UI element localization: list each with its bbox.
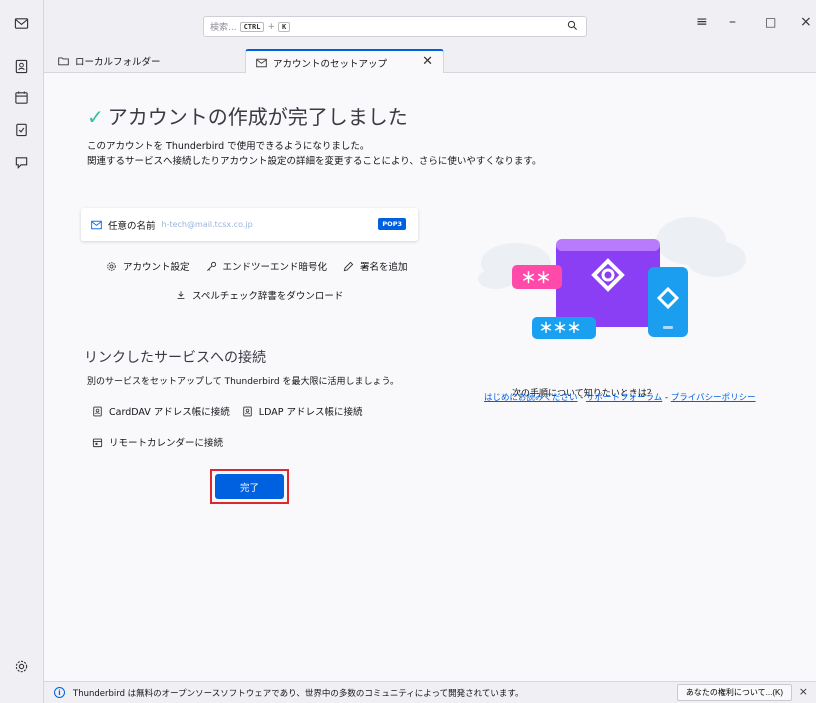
close-notification-button[interactable]: × <box>799 685 808 698</box>
account-illustration: ＊＊ ＊＊＊ <box>478 217 746 339</box>
cloud-shape <box>478 269 514 289</box>
success-description: このアカウントを Thunderbird で使用できるようになりました。 <box>87 141 370 152</box>
check-icon: ✓ <box>87 105 104 129</box>
page-title-text: アカウントの作成が完了しました <box>107 105 408 129</box>
support-forum-link[interactable]: サポートフォーラム <box>586 393 662 403</box>
mail-icon <box>14 17 28 29</box>
address-book-icon <box>93 406 102 416</box>
link-separator: - <box>577 393 586 403</box>
search-placeholder: 検索... <box>210 23 237 33</box>
password-chip-dots: ＊＊ <box>521 269 551 287</box>
tab-local-folders[interactable]: ローカルフォルダー <box>48 49 228 73</box>
tasks-icon <box>15 123 27 136</box>
gear-icon <box>15 660 27 672</box>
download-spellcheck-button[interactable]: スペルチェック辞書をダウンロード <box>176 288 343 302</box>
status-message: Thunderbird は無料のオープンソースソフトウェアであり、世界中の多数の… <box>73 688 524 699</box>
service-label: LDAP アドレス帳に接続 <box>258 407 363 418</box>
connect-carddav-button[interactable]: CardDAV アドレス帳に接続 <box>92 404 230 418</box>
shortcut-ctrl: CTRL <box>239 21 265 32</box>
app-menu-button[interactable]: ≡ <box>696 14 708 30</box>
tab-label: ローカルフォルダー <box>75 57 161 68</box>
info-icon: i <box>54 687 65 698</box>
calendar-icon <box>92 438 103 447</box>
cloud-shape <box>686 241 746 277</box>
tab-bar: ローカルフォルダー アカウントのセットアップ ✕ <box>44 44 816 74</box>
account-email: h-tech@mail.tcsx.co.jp <box>161 220 253 229</box>
gear-icon <box>107 261 116 271</box>
tab-label: アカウントのセットアップ <box>273 58 388 70</box>
success-hint: 関連するサービスへ接続したりアカウント設定の詳細を変更することにより、さらに使い… <box>87 156 542 167</box>
calendar-space-button[interactable] <box>10 86 32 108</box>
connect-ldap-button[interactable]: LDAP アドレス帳に接続 <box>242 404 363 418</box>
search-icon <box>567 20 578 34</box>
linked-services-description: 別のサービスをセットアップして Thunderbird を最大限に活用しましょう… <box>87 377 399 387</box>
account-actions: アカウント設定 エンドツーエンド暗号化 署名を追加 <box>106 259 408 273</box>
shortcut-key: K <box>278 21 291 32</box>
tablet-shape <box>556 239 660 327</box>
tab-account-setup[interactable]: アカウントのセットアップ ✕ <box>245 49 444 74</box>
calendar-label: リモートカレンダーに接続 <box>109 438 224 449</box>
account-card[interactable]: 任意の名前 h-tech@mail.tcsx.co.jp POP3 <box>81 208 418 241</box>
done-button-highlight: 完了 <box>210 469 289 504</box>
folder-icon <box>58 56 69 66</box>
link-separator: - <box>662 393 671 403</box>
global-search-input[interactable]: 検索... CTRL + K <box>203 16 587 37</box>
account-name-label: 任意の名前 <box>108 220 156 232</box>
close-window-button[interactable]: × <box>800 14 812 30</box>
account-type-badge: POP3 <box>378 218 406 230</box>
pen-icon <box>343 261 354 271</box>
key-icon <box>206 261 216 271</box>
chat-space-button[interactable] <box>10 151 32 173</box>
status-bar: i Thunderbird は無料のオープンソースソフトウェアであり、世界中の多… <box>44 681 816 703</box>
action-label: エンドツーエンド暗号化 <box>222 262 328 273</box>
spellcheck-label: スペルチェック辞書をダウンロード <box>192 291 344 302</box>
address-book-space-button[interactable] <box>10 55 32 77</box>
action-label: アカウント設定 <box>123 262 190 273</box>
phone-button-shape <box>663 326 673 329</box>
account-icon <box>91 220 102 230</box>
linked-services-heading: リンクしたサービスへの接続 <box>84 350 266 366</box>
password-chip-dots: ＊＊＊ <box>539 321 581 337</box>
page-title: ✓ アカウントの作成が完了しました <box>87 101 408 130</box>
service-label: CardDAV アドレス帳に接続 <box>109 407 230 418</box>
address-book-icon <box>15 59 27 73</box>
privacy-policy-link[interactable]: プライバシーポリシー <box>671 393 756 403</box>
account-settings-button[interactable]: アカウント設定 <box>106 259 190 273</box>
add-signature-button[interactable]: 署名を追加 <box>343 259 408 273</box>
mail-space-button[interactable] <box>10 12 32 34</box>
chat-icon <box>15 156 27 169</box>
e2e-encryption-button[interactable]: エンドツーエンド暗号化 <box>206 259 328 273</box>
spaces-toolbar <box>0 0 44 703</box>
settings-button[interactable] <box>10 655 32 677</box>
maximize-button[interactable]: □ <box>765 15 776 29</box>
tablet-top-shape <box>556 239 660 251</box>
linked-services-list: CardDAV アドレス帳に接続 LDAP アドレス帳に接続 <box>92 404 363 418</box>
account-setup-page: ✓ アカウントの作成が完了しました このアカウントを Thunderbird で使… <box>44 73 816 681</box>
tasks-space-button[interactable] <box>10 118 32 140</box>
done-button[interactable]: 完了 <box>215 474 284 499</box>
getting-started-link[interactable]: はじめにお読みください <box>484 393 578 403</box>
download-icon <box>177 291 185 299</box>
minimize-button[interactable]: – <box>729 14 736 30</box>
address-book-icon <box>243 406 252 416</box>
title-bar: 検索... CTRL + K ≡ – □ × <box>44 0 816 44</box>
connect-remote-calendar-button[interactable]: リモートカレンダーに接続 <box>92 435 223 449</box>
help-links: はじめにお読みください - サポートフォーラム - プライバシーポリシー <box>484 391 756 403</box>
calendar-icon <box>14 90 28 104</box>
shortcut-plus: + <box>267 21 275 32</box>
know-your-rights-button[interactable]: あなたの権利について...(K) <box>676 684 792 701</box>
account-setup-icon <box>256 58 267 68</box>
close-tab-button[interactable]: ✕ <box>422 54 433 69</box>
action-label: 署名を追加 <box>360 262 408 273</box>
